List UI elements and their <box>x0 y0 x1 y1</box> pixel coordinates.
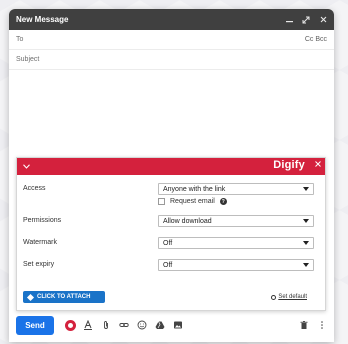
compose-title: New Message <box>16 15 69 24</box>
permissions-label: Permissions <box>23 217 62 224</box>
dropdown-caret-icon <box>303 241 309 245</box>
expiry-label: Set expiry <box>23 261 55 268</box>
subject-placeholder: Subject <box>16 56 40 63</box>
cc-bcc-link[interactable]: Cc Bcc <box>305 36 327 43</box>
click-to-attach-button[interactable]: CLICK TO ATTACH <box>23 291 105 303</box>
watermark-label: Watermark <box>23 239 57 246</box>
close-icon[interactable] <box>319 16 327 24</box>
trash-icon[interactable] <box>298 319 310 331</box>
expiry-field: Set expiry Off <box>23 259 319 271</box>
expiry-select[interactable]: Off <box>158 259 314 271</box>
watermark-field: Watermark Off <box>23 237 319 249</box>
send-label: Send <box>25 320 45 330</box>
send-button[interactable]: Send <box>16 315 54 335</box>
attach-button-label: CLICK TO ATTACH <box>37 294 91 300</box>
request-email-checkbox[interactable] <box>158 198 165 205</box>
digify-header: Digify <box>17 158 325 175</box>
set-default-label: Set default <box>278 294 307 300</box>
digify-icon[interactable] <box>64 319 76 331</box>
link-icon[interactable] <box>118 319 130 331</box>
chevron-down-icon[interactable] <box>21 162 31 172</box>
attach-icon[interactable] <box>100 319 112 331</box>
dropdown-caret-icon <box>303 219 309 223</box>
digify-logo: Digify <box>273 159 305 171</box>
expiry-value: Off <box>163 261 173 269</box>
access-select[interactable]: Anyone with the link <box>158 183 314 195</box>
access-label: Access <box>23 185 46 192</box>
to-field[interactable]: To Cc Bcc <box>9 30 334 50</box>
compose-window: New Message To Cc Bcc Subject Digify Acc… <box>9 9 334 342</box>
access-value: Anyone with the link <box>163 185 226 193</box>
emoji-icon[interactable] <box>136 319 148 331</box>
dropdown-caret-icon <box>303 263 309 267</box>
compose-toolbar: Send <box>16 315 328 335</box>
photo-icon[interactable] <box>172 319 184 331</box>
dropdown-caret-icon <box>303 187 309 191</box>
request-email-option[interactable]: Request email ? <box>158 198 319 205</box>
message-body[interactable] <box>9 70 334 155</box>
permissions-value: Allow download <box>163 217 212 225</box>
watermark-select[interactable]: Off <box>158 237 314 249</box>
diamond-icon <box>26 293 35 301</box>
access-field: Access Anyone with the link <box>23 183 319 195</box>
digify-close-icon[interactable] <box>315 160 321 169</box>
digify-panel: Digify Access Anyone with the link Reque… <box>16 157 326 311</box>
attach-row: CLICK TO ATTACH Set default <box>23 291 319 303</box>
watermark-value: Off <box>163 239 173 247</box>
permissions-select[interactable]: Allow download <box>158 215 314 227</box>
expand-icon[interactable] <box>302 16 310 24</box>
request-email-label: Request email <box>170 198 215 205</box>
subject-field[interactable]: Subject <box>9 50 334 70</box>
compose-titlebar[interactable]: New Message <box>9 9 334 30</box>
drive-icon[interactable] <box>154 319 166 331</box>
more-options-icon[interactable] <box>316 319 328 331</box>
pin-icon <box>271 294 277 300</box>
format-text-icon[interactable] <box>82 319 94 331</box>
permissions-field: Permissions Allow download <box>23 215 319 227</box>
to-label: To <box>16 36 24 43</box>
minimize-icon[interactable] <box>285 16 293 24</box>
help-icon[interactable]: ? <box>219 198 227 205</box>
set-default-link[interactable]: Set default <box>271 294 307 300</box>
